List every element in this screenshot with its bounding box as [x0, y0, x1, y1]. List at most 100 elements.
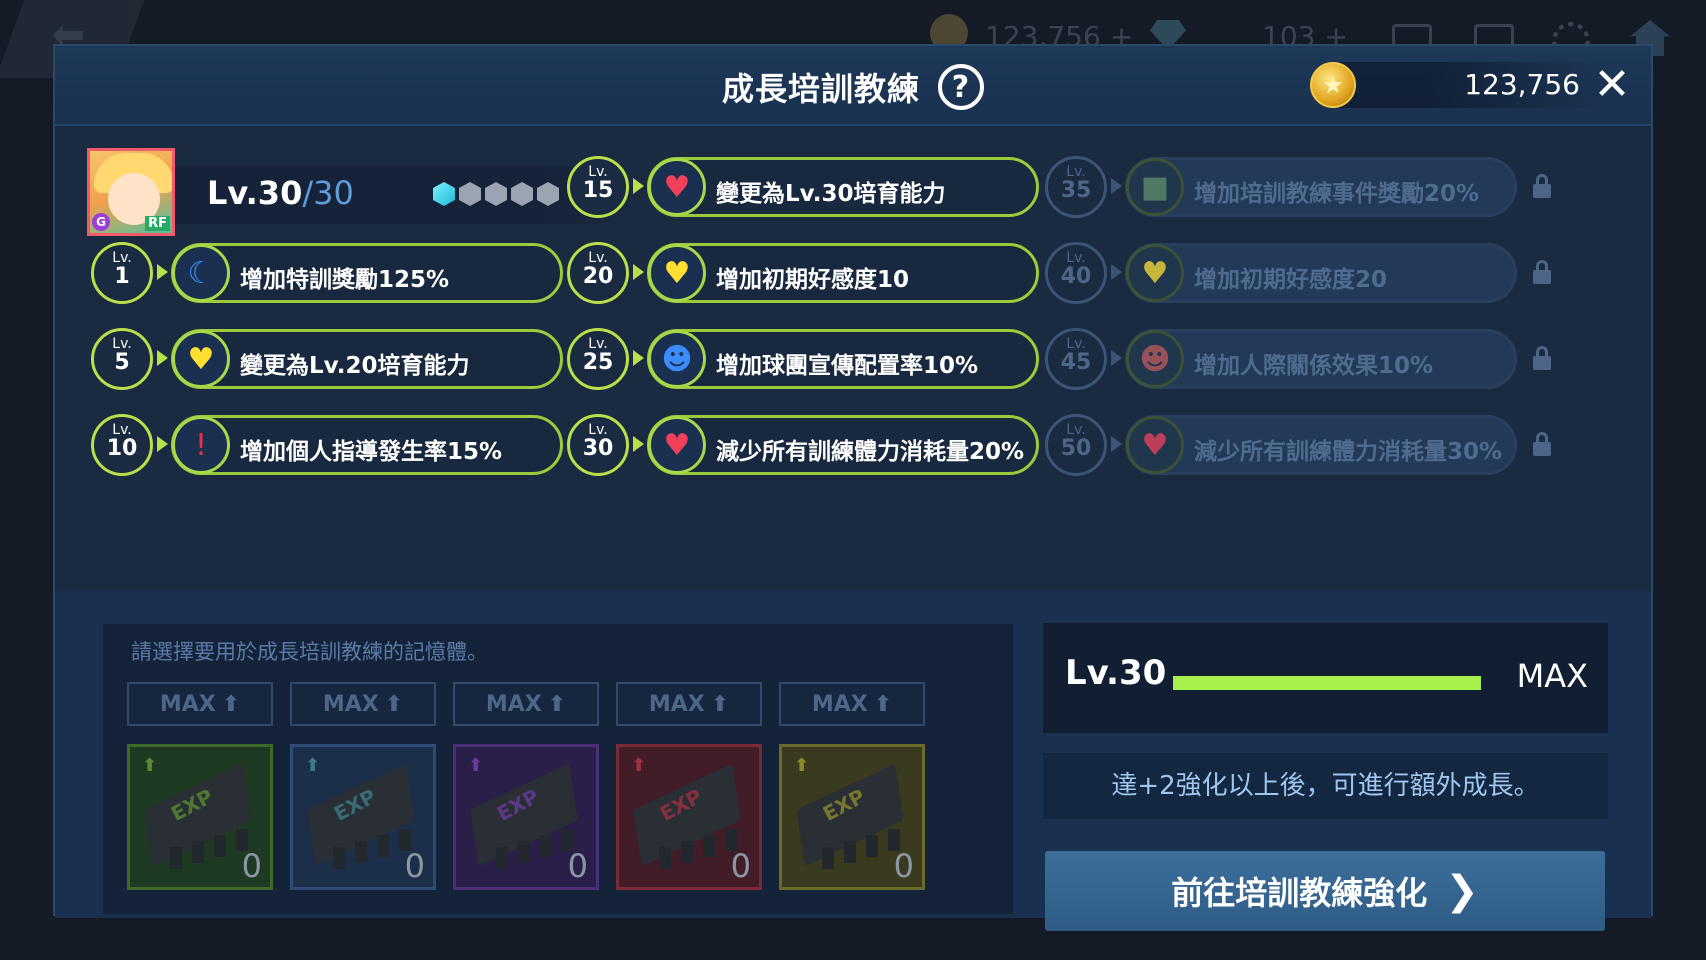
max-button[interactable]: MAX ⬆: [290, 682, 436, 726]
memory-count: 0: [893, 847, 914, 885]
memory-slot: MAX ⬆ ⬆ EXP 0: [290, 682, 436, 890]
level-requirement-badge: Lv. 45: [1045, 328, 1107, 390]
level-progress-panel: Lv.30 MAX: [1043, 623, 1608, 733]
help-icon[interactable]: ?: [938, 64, 984, 110]
chip-leg: [703, 835, 715, 857]
arrow-up-icon: ⬆: [547, 691, 567, 717]
current-level: Lv.30: [207, 174, 303, 212]
lv-prefix: Lv.: [112, 250, 132, 266]
chip-leg: [170, 847, 182, 869]
go-enhance-label: 前往培訓教練強化: [1171, 874, 1428, 912]
arrow-right-icon: [633, 350, 644, 366]
max-label: MAX: [322, 691, 379, 717]
exp-memory-card[interactable]: ⬆ EXP 0: [779, 744, 925, 890]
arrow-right-icon: [1111, 264, 1122, 280]
coin-balance: ★ 123,756: [1310, 62, 1610, 108]
skill-tree-panel: G RF Lv.30/30 Lv. 1 ☾ 增加特訓獎勵125% Lv. 5 ♥ 變更為Lv.…: [55, 126, 1651, 591]
lv-number: 40: [1060, 264, 1092, 289]
chip-leg: [681, 841, 693, 863]
heart-minus-icon: ♥: [648, 416, 706, 474]
skill-pill[interactable]: ☾ 增加特訓獎勵125%: [171, 243, 563, 303]
skill-pill[interactable]: ♥ 增加初期好感度10: [647, 243, 1039, 303]
skill-text: 增加球團宣傳配置率10%: [716, 353, 979, 379]
arrow-up-icon: ⬆: [221, 691, 241, 717]
memory-count: 0: [730, 847, 751, 885]
chip-leg: [822, 847, 834, 869]
lv-number: 15: [582, 178, 614, 203]
exp-memory-card[interactable]: ⬆ EXP 0: [290, 744, 436, 890]
arrow-right-icon: [1111, 350, 1122, 366]
exp-memory-card[interactable]: ⬆ EXP 0: [453, 744, 599, 890]
lv-number: 10: [106, 436, 138, 461]
chip-leg: [518, 841, 530, 863]
progress-level: Lv.30: [1065, 653, 1167, 693]
chip-leg: [333, 847, 345, 869]
enhance-dot: [511, 182, 533, 206]
progress-fill: [1173, 676, 1481, 690]
memory-slot: MAX ⬆ ⬆ EXP 0: [779, 682, 925, 890]
heart-icon: ♥: [1126, 244, 1184, 302]
close-icon[interactable]: ✕: [1587, 60, 1637, 110]
enhance-dot: [433, 182, 455, 206]
arrow-up-icon: ⬆: [873, 691, 893, 717]
arrow-right-icon: [633, 436, 644, 452]
skill-pill[interactable]: ♥ 增加初期好感度20: [1125, 243, 1517, 303]
memory-slot: MAX ⬆ ⬆ EXP 0: [453, 682, 599, 890]
lv-number: 1: [114, 264, 130, 289]
max-button[interactable]: MAX ⬆: [453, 682, 599, 726]
progress-max-label: MAX: [1516, 657, 1588, 695]
skill-pill[interactable]: ☻ 增加人際關係效果10%: [1125, 329, 1517, 389]
exclamation-card-icon: !: [172, 416, 230, 474]
arrow-right-icon: [157, 436, 168, 452]
exp-memory-card[interactable]: ⬆ EXP 0: [127, 744, 273, 890]
max-button[interactable]: MAX ⬆: [127, 682, 273, 726]
enhance-dot: [485, 182, 507, 206]
skill-text: 變更為Lv.30培育能力: [716, 181, 946, 207]
rarity-badge: G: [92, 213, 110, 231]
skill-pill[interactable]: ☻ 增加球團宣傳配置率10%: [647, 329, 1039, 389]
skill-pill[interactable]: ♥ 變更為Lv.20培育能力: [171, 329, 563, 389]
skill-text: 增加個人指導發生率15%: [240, 439, 503, 465]
go-enhance-button[interactable]: 前往培訓教練強化 ❯: [1045, 851, 1605, 931]
arrow-right-icon: [1111, 178, 1122, 194]
arrow-right-icon: [633, 264, 644, 280]
arrow-right-icon: [157, 264, 168, 280]
lv-number: 20: [582, 264, 614, 289]
skill-pill[interactable]: ! 增加個人指導發生率15%: [171, 415, 563, 475]
skill-pill[interactable]: ♥ 變更為Lv.30培育能力: [647, 157, 1039, 217]
max-level: /30: [302, 174, 354, 212]
skill-text: 減少所有訓練體力消耗量20%: [716, 439, 1025, 465]
level-requirement-badge: Lv. 15: [567, 156, 629, 218]
progress-track: [1173, 676, 1481, 690]
skill-pill[interactable]: ♥ 減少所有訓練體力消耗量20%: [647, 415, 1039, 475]
max-label: MAX: [159, 691, 216, 717]
avatar[interactable]: G RF: [87, 148, 175, 236]
skill-pill[interactable]: ■ 增加培訓教練事件獎勵20%: [1125, 157, 1517, 217]
chip-leg: [866, 835, 878, 857]
enhance-dot: [537, 182, 559, 206]
level-requirement-badge: Lv. 5: [91, 328, 153, 390]
skill-text: 增加人際關係效果10%: [1194, 353, 1434, 379]
person-check-icon: ☻: [648, 330, 706, 388]
lv-number: 30: [582, 436, 614, 461]
memory-count: 0: [567, 847, 588, 885]
moon-plus-icon: ☾: [172, 244, 230, 302]
memory-slot: MAX ⬆ ⬆ EXP 0: [127, 682, 273, 890]
skill-pill[interactable]: ♥ 減少所有訓練體力消耗量30%: [1125, 415, 1517, 475]
arrow-up-icon: ⬆: [142, 755, 158, 776]
chip-leg: [355, 841, 367, 863]
lv-number: 35: [1060, 178, 1092, 203]
arrow-right-icon: [1111, 436, 1122, 452]
memory-count: 0: [241, 847, 262, 885]
max-button[interactable]: MAX ⬆: [779, 682, 925, 726]
arrow-up-icon: ⬆: [710, 691, 730, 717]
modal-header: 成長培訓教練 ? ★ 123,756 ✕: [55, 46, 1651, 126]
lv-number: 50: [1060, 436, 1092, 461]
exp-memory-card[interactable]: ⬆ EXP 0: [616, 744, 762, 890]
skill-text: 增加特訓獎勵125%: [240, 267, 450, 293]
max-label: MAX: [648, 691, 705, 717]
max-button[interactable]: MAX ⬆: [616, 682, 762, 726]
enhance-dots: [433, 182, 559, 206]
chevron-right-icon: ❯: [1445, 868, 1479, 914]
level-requirement-badge: Lv. 25: [567, 328, 629, 390]
